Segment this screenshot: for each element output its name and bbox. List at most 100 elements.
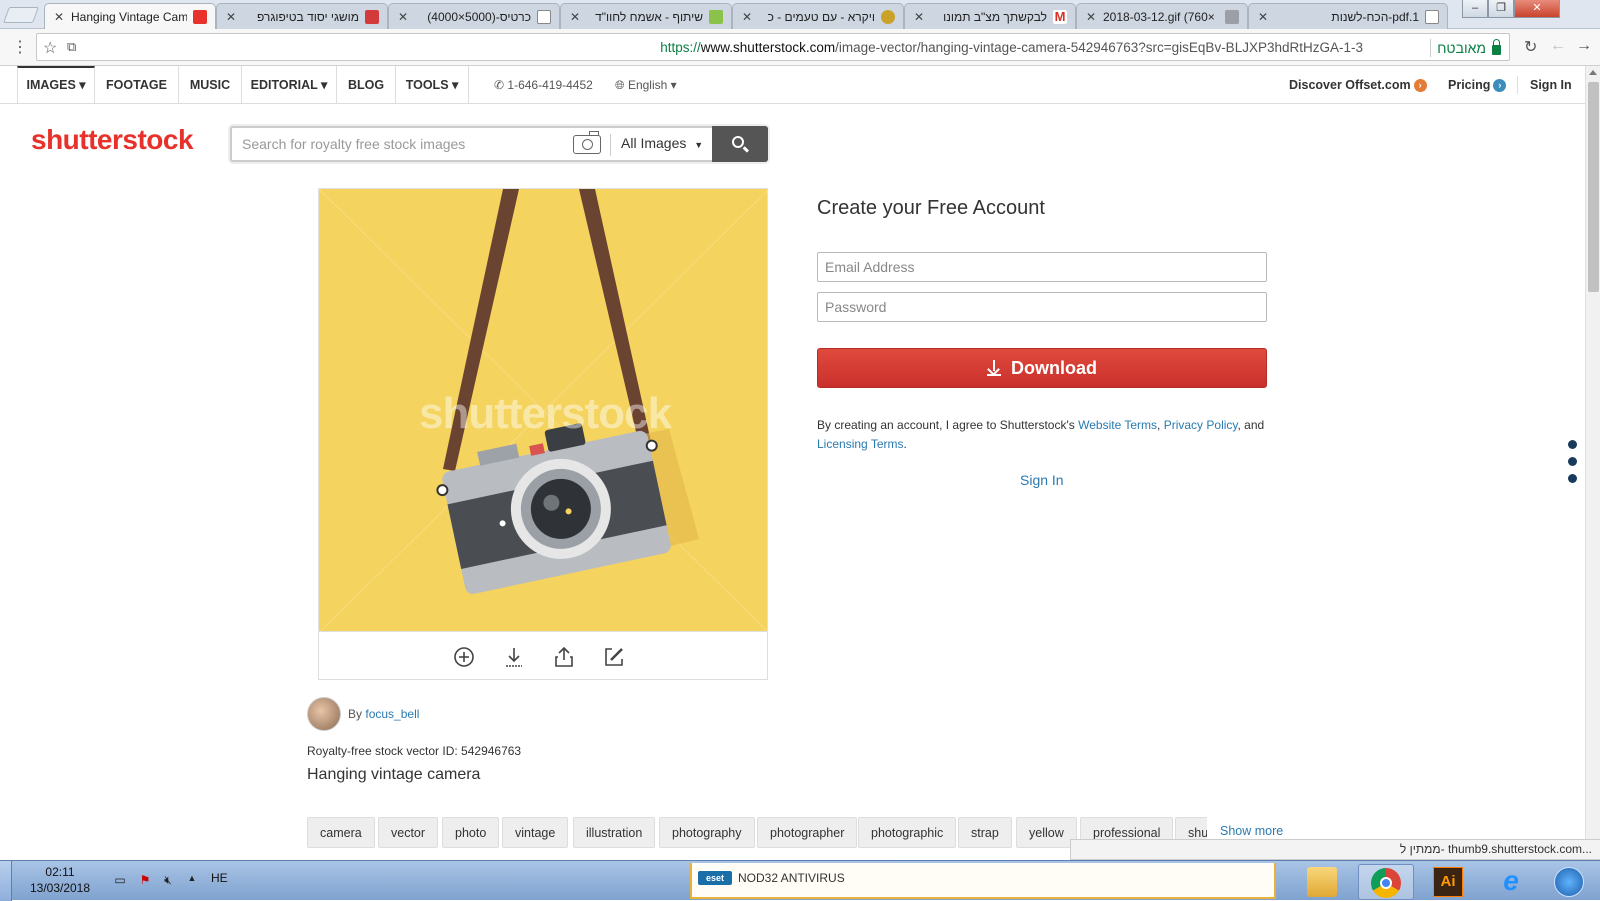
show-more-tags-link[interactable]: Show more: [1220, 824, 1283, 838]
taskbar-file-explorer[interactable]: [1295, 864, 1351, 900]
author-avatar[interactable]: [307, 697, 341, 731]
privacy-policy-link[interactable]: Privacy Policy: [1164, 418, 1238, 432]
volume-muted-icon[interactable]: 🔇︎: [160, 873, 176, 887]
tab-title: כרטיס-(5000×4000): [427, 9, 531, 24]
eset-notification[interactable]: eset NOD32 ANTIVIRUS: [690, 863, 1276, 899]
more-options-icon[interactable]: [1568, 440, 1577, 491]
tag-camera[interactable]: camera: [307, 817, 375, 848]
scrollbar-thumb[interactable]: [1588, 82, 1599, 292]
email-field[interactable]: [817, 252, 1267, 282]
system-clock[interactable]: 02:11 13/03/2018: [20, 864, 100, 896]
search-scope-label: All Images: [621, 135, 687, 151]
language-selector[interactable]: 🌐︎ English ▾: [615, 66, 677, 104]
tag-photographer[interactable]: photographer: [757, 817, 858, 848]
add-to-lightbox-icon[interactable]: [453, 646, 475, 668]
browser-tab-strip: ✕ Hanging Vintage Cam ✕ מושגי יסוד בטיפו…: [0, 0, 1600, 29]
tag-vector[interactable]: vector: [378, 817, 439, 848]
password-field[interactable]: [817, 292, 1267, 322]
camera-search-icon[interactable]: [573, 131, 601, 154]
tab-vayikra[interactable]: ✕ ויקרא - עם טעמים - כ: [732, 3, 904, 29]
edit-icon[interactable]: [603, 646, 625, 668]
forward-icon[interactable]: ←: [1550, 37, 1566, 55]
close-icon[interactable]: ✕: [225, 10, 237, 24]
secure-indicator[interactable]: מאובטח: [1430, 38, 1501, 57]
author-link[interactable]: focus_bell: [365, 707, 419, 721]
close-icon[interactable]: ✕: [397, 10, 409, 24]
tag-yellow[interactable]: yellow: [1016, 817, 1077, 848]
new-tab-button[interactable]: [3, 7, 39, 23]
download-button[interactable]: Download: [817, 348, 1267, 388]
menu-icon[interactable]: ⋮: [12, 37, 28, 57]
url-text[interactable]: https://www.shutterstock.com/image-vecto…: [660, 40, 1363, 55]
page-icon: [537, 9, 551, 24]
reload-icon[interactable]: ↻: [1524, 37, 1537, 57]
clock-date: 13/03/2018: [29, 881, 91, 895]
nav-footage[interactable]: FOOTAGE: [95, 66, 179, 104]
taskbar-illustrator[interactable]: Ai: [1421, 864, 1477, 900]
tab-share-feedback[interactable]: ✕ שיתוף - אשמח לחוו"ד: [560, 3, 732, 29]
action-center-icon[interactable]: ⚑: [137, 873, 153, 887]
website-terms-link[interactable]: Website Terms: [1078, 418, 1157, 432]
share-icon[interactable]: [553, 646, 575, 668]
image-preview[interactable]: shutterstock: [318, 188, 768, 632]
close-icon[interactable]: ✕: [741, 10, 753, 24]
show-desktop-button[interactable]: [0, 861, 12, 901]
nav-music[interactable]: MUSIC: [179, 66, 242, 104]
close-icon[interactable]: ✕: [569, 10, 581, 24]
nav-sign-in[interactable]: Sign In: [1530, 66, 1572, 104]
download-icon[interactable]: [503, 646, 525, 668]
restore-icon[interactable]: ❐: [1488, 0, 1514, 18]
taskbar-chrome[interactable]: [1358, 864, 1414, 900]
window-close-icon[interactable]: ✕: [1514, 0, 1560, 18]
tag-strap[interactable]: strap: [958, 817, 1012, 848]
input-language[interactable]: HE: [211, 871, 228, 885]
tray-expand-icon[interactable]: ▲: [184, 873, 200, 887]
tab-hanging-vintage-camera[interactable]: ✕ Hanging Vintage Cam: [44, 3, 216, 29]
close-icon[interactable]: ✕: [1085, 10, 1097, 24]
search-input[interactable]: [242, 133, 562, 155]
window-controls: – ❐ ✕: [1462, 0, 1560, 20]
search-scope-dropdown[interactable]: All Images ▼: [621, 135, 703, 151]
internet-explorer-icon: e: [1503, 865, 1519, 896]
licensing-terms-link[interactable]: Licensing Terms: [817, 437, 903, 451]
tag-photo[interactable]: photo: [442, 817, 500, 848]
gmail-icon: M: [1053, 8, 1067, 24]
tab-title: pdf.1-הכח-לשנות: [1331, 9, 1419, 24]
phone-number[interactable]: ✆ 1-646-419-4452: [494, 66, 593, 104]
tab-gif[interactable]: ✕ 2018-03-12.gif (760×: [1076, 3, 1248, 29]
minimize-icon[interactable]: –: [1462, 0, 1488, 18]
tag-vintage[interactable]: vintage: [502, 817, 569, 848]
tag-illustration[interactable]: illustration: [573, 817, 656, 848]
offset-text: Discover Offset.com: [1289, 78, 1411, 92]
discover-offset-link[interactable]: Discover Offset.com ›: [1289, 66, 1427, 104]
close-icon[interactable]: ✕: [913, 10, 925, 24]
tab-gmail[interactable]: ✕ לבקשתך מצ"ב תמונו M: [904, 3, 1076, 29]
taskbar-internet-explorer[interactable]: e: [1484, 864, 1540, 900]
tab-typography[interactable]: ✕ מושגי יסוד בטיפוגרפ: [216, 3, 388, 29]
scroll-up-icon[interactable]: [1589, 70, 1597, 75]
network-icon[interactable]: ▭: [112, 873, 128, 887]
back-icon[interactable]: →: [1576, 37, 1592, 55]
page-scrollbar[interactable]: [1585, 66, 1600, 860]
close-icon[interactable]: ✕: [53, 10, 65, 24]
pricing-link[interactable]: Pricing ›: [1448, 66, 1507, 104]
shutterstock-logo[interactable]: shutterstock: [31, 124, 194, 156]
omnibox[interactable]: ☆ ⧉ https://www.shutterstock.com/image-v…: [36, 33, 1510, 61]
search-button[interactable]: [712, 126, 768, 162]
start-button[interactable]: [1544, 864, 1596, 900]
nav-tools[interactable]: TOOLS ▾: [396, 66, 469, 104]
terms-and: , and: [1237, 418, 1265, 432]
bookmark-star-icon[interactable]: ☆: [43, 38, 57, 58]
author-byline: By focus_bell: [348, 707, 419, 721]
pricing-text: Pricing: [1448, 78, 1491, 92]
tag-photographic[interactable]: photographic: [858, 817, 957, 848]
tag-photography[interactable]: photography: [659, 817, 755, 848]
form-sign-in-link[interactable]: Sign In: [1020, 472, 1064, 488]
tab-pdf[interactable]: ✕ pdf.1-הכח-לשנות: [1248, 3, 1448, 29]
nav-images[interactable]: IMAGES ▾: [17, 66, 95, 104]
cast-icon[interactable]: ⧉: [67, 39, 76, 55]
tab-card-image[interactable]: ✕ כרטיס-(5000×4000): [388, 3, 560, 29]
close-icon[interactable]: ✕: [1257, 10, 1269, 24]
nav-editorial[interactable]: EDITORIAL ▾: [242, 66, 337, 104]
nav-blog[interactable]: BLOG: [337, 66, 396, 104]
